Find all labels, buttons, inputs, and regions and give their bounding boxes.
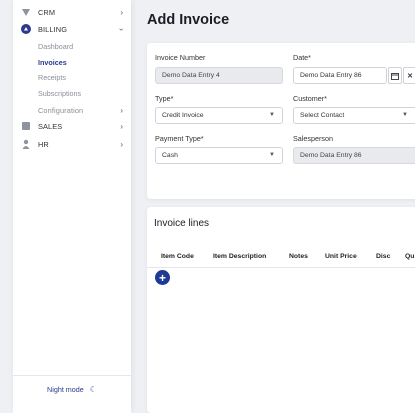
column-header-unit-price: Unit Price <box>325 253 357 260</box>
salesperson-value: Demo Data Entry 86 <box>300 152 362 159</box>
sidebar-item-label: SALES <box>38 121 63 131</box>
payment-type-value: Cash <box>162 152 178 159</box>
person-icon <box>21 139 31 149</box>
billing-icon <box>21 24 31 34</box>
column-header-quantity: Qu <box>405 253 415 260</box>
sidebar-item-label: CRM <box>38 7 56 17</box>
column-header-notes: Notes <box>289 253 308 260</box>
sidebar-item-label: BILLING <box>38 24 68 34</box>
sidebar-subitem-configuration[interactable]: Configuration › <box>13 104 131 116</box>
invoice-lines-card <box>147 207 415 413</box>
sidebar-subitem-receipts[interactable]: Receipts <box>38 73 66 82</box>
invoice-lines-title: Invoice lines <box>154 218 210 229</box>
invoice-number-field[interactable]: Demo Data Entry 4 <box>155 67 283 84</box>
caret-down-icon: ▼ <box>402 112 408 118</box>
customer-select[interactable]: Select Contact ▼ <box>293 107 415 124</box>
date-label: Date* <box>293 53 311 62</box>
chevron-right-icon: › <box>120 139 123 149</box>
chevron-right-icon: › <box>120 105 123 115</box>
sidebar-subitem-subscriptions[interactable]: Subscriptions <box>38 89 81 98</box>
sales-icon <box>21 121 31 131</box>
calendar-button[interactable] <box>388 67 402 84</box>
caret-down-icon: ▼ <box>269 152 275 158</box>
date-value: Demo Data Entry 86 <box>300 72 362 79</box>
sidebar-item-sales[interactable]: SALES › <box>13 120 131 132</box>
chevron-right-icon: › <box>120 7 123 17</box>
payment-type-label: Payment Type* <box>155 134 204 143</box>
customer-label: Customer* <box>293 94 327 103</box>
sidebar: CRM › BILLING › Dashboard Invoices Recei… <box>13 0 131 413</box>
salesperson-field[interactable]: Demo Data Entry 86 <box>293 147 415 164</box>
clear-date-button[interactable]: ✕ <box>403 67 415 84</box>
plus-icon: + <box>158 270 166 285</box>
sidebar-item-billing[interactable]: BILLING › <box>13 23 131 35</box>
table-header-divider <box>147 267 415 268</box>
sidebar-subitem-invoices[interactable]: Invoices <box>38 58 67 67</box>
night-mode-toggle[interactable]: Night mode ☾ <box>13 375 131 403</box>
close-icon: ✕ <box>407 72 413 80</box>
moon-icon: ☾ <box>89 385 97 394</box>
add-line-button[interactable]: + <box>155 270 170 285</box>
column-header-item-code: Item Code <box>161 253 194 260</box>
type-value: Credit Invoice <box>162 112 204 119</box>
date-field[interactable]: Demo Data Entry 86 <box>293 67 387 84</box>
night-mode-label: Night mode <box>47 385 84 394</box>
payment-type-select[interactable]: Cash ▼ <box>155 147 283 164</box>
calendar-icon <box>391 72 399 80</box>
invoice-number-value: Demo Data Entry 4 <box>162 72 220 79</box>
chevron-down-icon: › <box>117 27 127 31</box>
sidebar-subitem-dashboard[interactable]: Dashboard <box>38 42 73 51</box>
type-select[interactable]: Credit Invoice ▼ <box>155 107 283 124</box>
column-header-disc: Disc <box>376 253 391 260</box>
customer-value: Select Contact <box>300 112 345 119</box>
sidebar-item-label: Configuration <box>38 105 84 115</box>
crm-icon <box>21 7 31 17</box>
sidebar-item-hr[interactable]: HR › <box>13 138 131 150</box>
chevron-right-icon: › <box>120 121 123 131</box>
page-title: Add Invoice <box>147 12 230 28</box>
sidebar-item-crm[interactable]: CRM › <box>13 6 131 18</box>
type-label: Type* <box>155 94 174 103</box>
invoice-number-label: Invoice Number <box>155 53 206 62</box>
column-header-item-description: Item Description <box>213 253 267 260</box>
salesperson-label: Salesperson <box>293 134 333 143</box>
caret-down-icon: ▼ <box>269 112 275 118</box>
sidebar-item-label: HR <box>38 139 49 149</box>
